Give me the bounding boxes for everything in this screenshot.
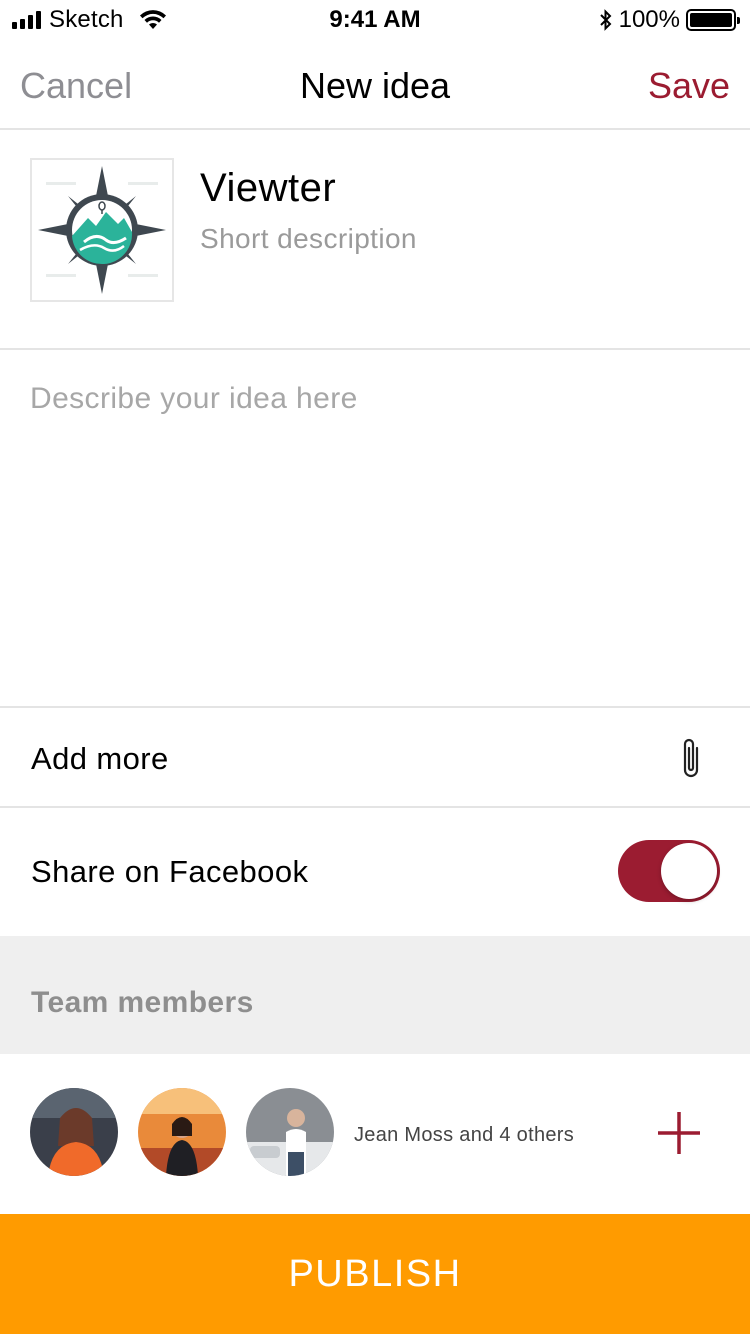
short-description-field[interactable]: Short description	[200, 223, 417, 255]
team-section-header: Team members	[0, 936, 750, 1054]
avatar-photo-3	[246, 1088, 334, 1176]
page-title: New idea	[299, 65, 451, 106]
bluetooth-icon	[599, 9, 612, 31]
add-more-label: Add more	[31, 741, 169, 776]
status-right: 100%	[599, 6, 740, 34]
publish-label: PUBLISH	[288, 1252, 462, 1295]
battery-icon	[686, 9, 740, 31]
battery-fill	[690, 13, 732, 27]
battery-percent: 100%	[618, 6, 680, 33]
share-facebook-row: Share on Facebook	[0, 810, 750, 936]
compass-mountain-logo-icon	[38, 166, 166, 294]
share-facebook-toggle[interactable]	[618, 840, 720, 902]
add-more-row[interactable]: Add more	[0, 710, 750, 808]
team-members-row: Jean Moss and 4 others	[0, 1054, 750, 1214]
status-bar: Sketch 9:41 AM 100%	[0, 0, 750, 40]
project-logo[interactable]	[30, 158, 174, 302]
save-button[interactable]: Save	[648, 65, 730, 107]
idea-description-input[interactable]	[30, 382, 720, 682]
toggle-knob	[661, 843, 717, 899]
team-member-avatar[interactable]	[138, 1088, 226, 1176]
avatar-photo-1	[30, 1088, 118, 1176]
project-header: Viewter Short description	[0, 132, 750, 350]
project-name[interactable]: Viewter	[200, 166, 336, 211]
idea-section	[0, 352, 750, 708]
publish-button[interactable]: PUBLISH	[0, 1214, 750, 1334]
team-member-avatar[interactable]	[30, 1088, 118, 1176]
plus-icon[interactable]	[656, 1110, 702, 1156]
team-members-summary: Jean Moss and 4 others	[354, 1124, 575, 1146]
team-section-title: Team members	[31, 986, 254, 1019]
share-facebook-label: Share on Facebook	[31, 854, 309, 889]
nav-bar: Cancel New idea Save	[0, 40, 750, 130]
avatar-photo-2	[138, 1088, 226, 1176]
team-member-avatar[interactable]	[246, 1088, 334, 1176]
paperclip-icon[interactable]	[676, 736, 706, 782]
